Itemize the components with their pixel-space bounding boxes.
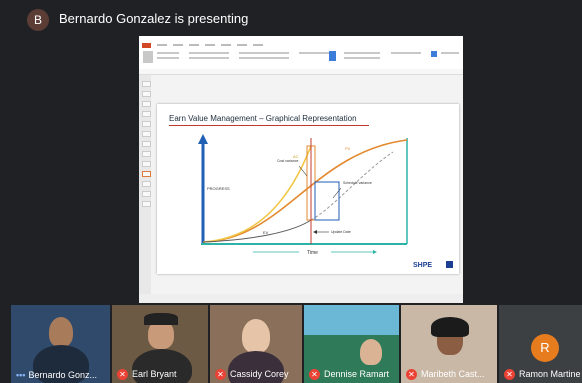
ppt-ribbon-control [344,52,380,54]
ppt-tab [253,44,263,46]
slide-thumbnail [142,101,151,107]
slide-thumbnail-active [142,171,151,177]
speaking-indicator: ••• [16,370,26,380]
participant-face [360,339,382,365]
ppt-ribbon-control [239,57,289,59]
slide-thumbnail [142,191,151,197]
ppt-ribbon-control [239,52,289,54]
mic-off-icon: ✕ [309,369,320,380]
participant-name: ••• Bernardo Gonz... [16,370,97,380]
slide-thumbnail [142,121,151,127]
ppt-find-icon [431,51,437,57]
participant-name: ✕ Ramon Martine [504,369,582,380]
participant-strip: ••• Bernardo Gonz... ✕ Earl Bryant ✕ Cassid… [0,305,582,383]
ppt-tab [237,44,247,46]
mic-off-icon: ✕ [504,369,515,380]
participant-face [242,319,270,353]
participant-name: ✕ Maribeth Cast... [406,369,497,380]
ppt-tab [173,44,183,46]
mic-off-icon: ✕ [406,369,417,380]
participant-face [49,317,73,347]
participant-tile[interactable]: ✕ Dennise Ramart [304,305,399,383]
slide-thumbnail [142,111,151,117]
participant-cap [144,313,178,325]
slide-thumbnail [142,201,151,207]
slide-thumbnail [142,81,151,87]
slide-title: Earn Value Management – Graphical Repres… [169,114,357,123]
participant-name: ✕ Cassidy Corey [215,369,302,380]
ppt-ribbon-control [157,57,179,59]
slide-thumbnail [142,181,151,187]
participant-tile[interactable]: ••• Bernardo Gonz... [11,305,110,383]
participant-name: ✕ Dennise Ramart [309,369,399,380]
mic-off-icon: ✕ [117,369,128,380]
evm-chart: PROGRESS Time Cost variance Schedule var… [193,132,413,258]
progress-label: PROGRESS [207,186,230,191]
participant-tile[interactable]: R ✕ Ramon Martine [499,305,582,383]
slide-thumbnail [142,161,151,167]
virtual-background-sky [304,305,399,335]
ppt-ribbon [139,48,463,70]
slide-canvas: Earn Value Management – Graphical Repres… [157,104,459,274]
presenter-label: Bernardo Gonzalez is presenting [59,11,249,26]
ppt-ribbon-control [344,57,380,59]
ppt-tab [221,44,231,46]
ppt-ribbon-control [157,52,179,54]
presenter-avatar: B [27,9,49,31]
participant-hair [431,317,469,337]
ppt-ribbon-control [391,52,421,54]
participant-tile[interactable]: ✕ Cassidy Corey [210,305,302,383]
update-date-label: Update Date [331,230,351,234]
participant-tile[interactable]: ✕ Maribeth Cast... [401,305,497,383]
logo-square [446,261,453,268]
ppt-paste-icon [143,51,153,63]
slide-thumbnail [142,151,151,157]
ppt-ribbon-control [189,52,229,54]
slide-thumbnail [142,141,151,147]
mic-off-icon: ✕ [215,369,226,380]
ppt-notification-bar [139,69,463,75]
title-underline [169,125,369,126]
ppt-status-bar [139,294,463,303]
ppt-tab [205,44,215,46]
shpe-logo: SHPE [413,262,433,269]
ev-label: EV [263,230,269,235]
participant-avatar: R [531,334,559,362]
pv-label: PV [345,146,351,151]
participant-name: ✕ Earl Bryant [117,369,208,380]
ppt-tab [157,44,167,46]
slide-thumbnails [139,75,151,303]
presenter-banner: B Bernardo Gonzalez is presenting [0,0,582,38]
ppt-shapes-icon [329,51,336,61]
ppt-ribbon-control [441,52,459,54]
participant-tile[interactable]: ✕ Earl Bryant [112,305,208,383]
shared-screen: Earn Value Management – Graphical Repres… [139,36,463,303]
ppt-ribbon-control [299,52,329,54]
ppt-ribbon-control [189,57,229,59]
schedule-variance-label: Schedule variance [343,181,372,185]
time-label: Time [307,250,318,256]
slide-thumbnail [142,91,151,97]
ac-label: AC [293,154,299,159]
slide-thumbnail [142,131,151,137]
cost-variance-label: Cost variance [277,159,298,163]
ppt-tab [189,44,199,46]
